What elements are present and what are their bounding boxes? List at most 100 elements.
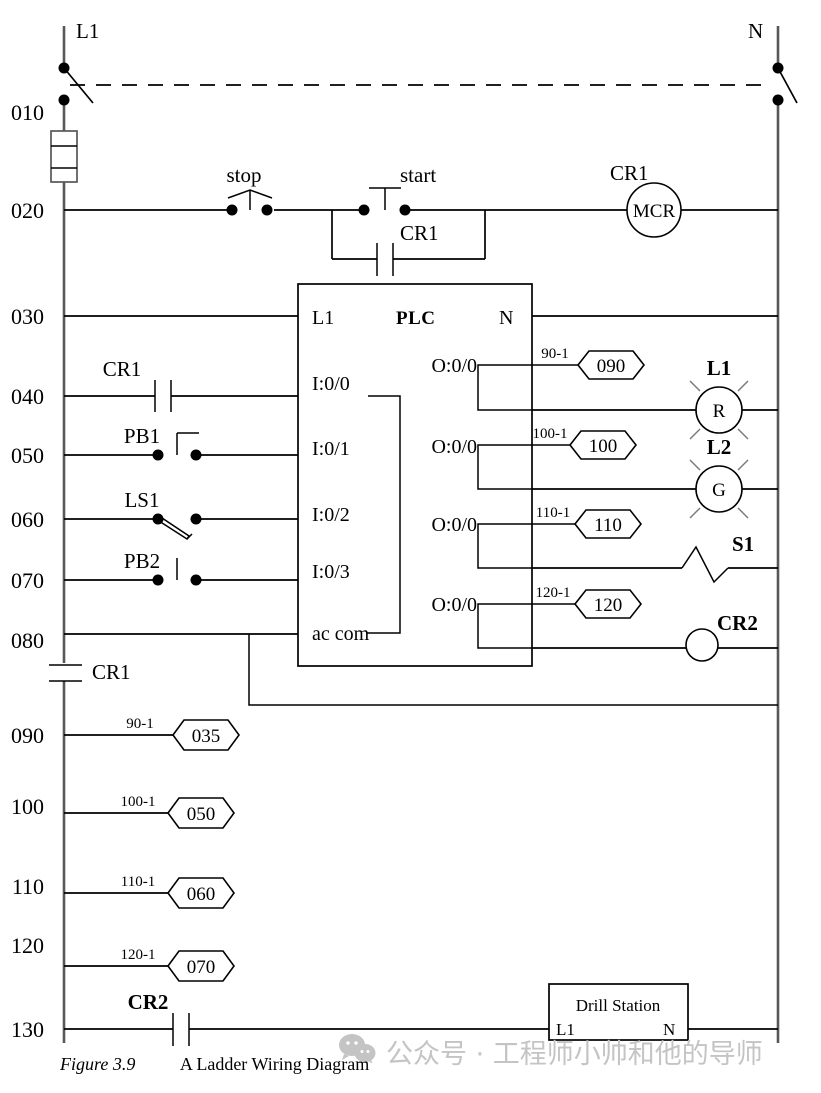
lamp-l1-red: R L1 bbox=[532, 356, 778, 440]
cr2-contact-label: CR2 bbox=[128, 990, 169, 1014]
rung-number-120: 120 bbox=[11, 933, 44, 958]
pb1-label: PB1 bbox=[124, 424, 160, 448]
start-label: start bbox=[400, 163, 436, 187]
coil-cr2: CR2 bbox=[532, 611, 778, 662]
lower-tag-number-1: 050 bbox=[187, 804, 216, 825]
lamp-l2-ray-sw bbox=[689, 507, 701, 519]
plc-ac-com-label: ac com bbox=[312, 623, 370, 645]
lower-wire-label-1: 100-1 bbox=[121, 794, 156, 810]
rung-number-090: 090 bbox=[11, 723, 44, 748]
drill-station-box: Drill Station L1 N bbox=[548, 983, 778, 1041]
rung-number-040: 040 bbox=[11, 384, 44, 409]
plc-input-3-label: I:0/3 bbox=[312, 561, 350, 583]
plc-output-1-label: O:0/0 bbox=[431, 436, 477, 458]
lower-wire-tag-070: 120-1 070 bbox=[64, 947, 235, 982]
rung-number-010: 010 bbox=[11, 100, 44, 125]
rung-050-pb1-pushbutton[interactable]: PB1 bbox=[64, 424, 298, 461]
drill-station-title: Drill Station bbox=[576, 996, 661, 1015]
cr1-sealin-label: CR1 bbox=[400, 221, 439, 245]
lower-tag-number-0: 035 bbox=[192, 726, 221, 747]
plc-l1-terminal-label: L1 bbox=[312, 307, 334, 329]
output-wire-tag-110: 110-1 110 bbox=[532, 505, 643, 539]
mcr-coil-text: MCR bbox=[633, 201, 676, 222]
output-tag-number-3: 120 bbox=[594, 595, 623, 616]
plc-box bbox=[297, 283, 533, 667]
rung-number-110: 110 bbox=[12, 874, 44, 899]
plc-output-0-label: O:0/0 bbox=[431, 355, 477, 377]
rung-number-030: 030 bbox=[11, 304, 44, 329]
fuse-icon bbox=[50, 130, 78, 183]
mcr-coil: MCR CR1 bbox=[610, 161, 682, 238]
rung-number-080: 080 bbox=[11, 628, 44, 653]
output-tag-number-0: 090 bbox=[597, 356, 626, 377]
left-disconnect-switch-icon[interactable] bbox=[58, 62, 94, 106]
output-wire-label-2: 110-1 bbox=[536, 505, 570, 521]
plc-output-3-label: O:0/0 bbox=[431, 594, 477, 616]
lamp-l1-ray-sw bbox=[689, 428, 701, 440]
lamp-l2-ray-se bbox=[737, 507, 749, 519]
drill-station-l1-terminal: L1 bbox=[556, 1020, 575, 1039]
figure-title: A Ladder Wiring Diagram bbox=[179, 1054, 370, 1074]
plc-n-terminal-label: N bbox=[499, 307, 513, 329]
stop-label: stop bbox=[226, 163, 261, 187]
right-rail-label: N bbox=[748, 19, 763, 43]
plc-input-0-label: I:0/0 bbox=[312, 373, 350, 395]
rung-number-050: 050 bbox=[11, 443, 44, 468]
lamp-l2-letter: G bbox=[712, 480, 726, 501]
output-wire-tag-120: 120-1 120 bbox=[532, 585, 643, 619]
rung-number-100: 100 bbox=[11, 794, 44, 819]
mcr-relay-label: CR1 bbox=[610, 161, 649, 185]
lower-tag-number-3: 070 bbox=[187, 957, 216, 978]
start-pushbutton-no[interactable]: start bbox=[358, 163, 437, 216]
rail-cr1-contact[interactable]: CR1 bbox=[49, 660, 131, 684]
drill-station-n-terminal: N bbox=[663, 1020, 675, 1039]
rung-number-060: 060 bbox=[11, 507, 44, 532]
right-disconnect-switch-icon[interactable] bbox=[772, 62, 798, 106]
lamp-l2-ray-nw bbox=[689, 459, 701, 471]
lower-wire-label-3: 120-1 bbox=[121, 947, 156, 963]
ls1-label: LS1 bbox=[124, 488, 159, 512]
rung-number-070: 070 bbox=[11, 568, 44, 593]
cr1-sealin-contact[interactable]: CR1 bbox=[331, 210, 486, 276]
coil-cr2-label: CR2 bbox=[717, 611, 758, 635]
output-wire-label-3: 120-1 bbox=[536, 585, 571, 601]
rung-130-cr2-contact[interactable]: CR2 bbox=[64, 990, 549, 1046]
plc-input-2-label: I:0/2 bbox=[312, 504, 350, 526]
lower-wire-tag-050: 100-1 050 bbox=[64, 794, 235, 829]
plc-input-1-label: I:0/1 bbox=[312, 438, 350, 460]
pb2-label: PB2 bbox=[124, 549, 160, 573]
lower-wire-tag-060: 110-1 060 bbox=[64, 874, 235, 909]
output-wire-label-1: 100-1 bbox=[533, 426, 568, 442]
figure-caption: Figure 3.9 A Ladder Wiring Diagram bbox=[60, 1054, 760, 1075]
lamp-l1-ray-nw bbox=[689, 380, 701, 392]
ladder-diagram-canvas: L1 N stop start CR1 MCR CR1 L1 PLC N I:0… bbox=[11, 19, 798, 1046]
plc-output-2-label: O:0/0 bbox=[431, 514, 477, 536]
solenoid-s1-label: S1 bbox=[732, 532, 754, 556]
lower-wire-tag-035: 90-1 035 bbox=[64, 716, 240, 751]
rung-070-pb2-pushbutton[interactable]: PB2 bbox=[64, 549, 298, 586]
lamp-l1-letter: R bbox=[713, 401, 726, 422]
output-wire-label-0: 90-1 bbox=[541, 346, 569, 362]
lamp-l2-ray-ne bbox=[737, 459, 749, 471]
figure-number: Figure 3.9 bbox=[60, 1054, 136, 1074]
lamp-l1-label: L1 bbox=[707, 356, 732, 380]
lamp-l1-ray-se bbox=[737, 428, 749, 440]
lower-wire-label-0: 90-1 bbox=[126, 716, 154, 732]
stop-pushbutton-nc[interactable]: stop bbox=[226, 163, 273, 216]
rung-number-130: 130 bbox=[11, 1017, 44, 1042]
output-wire-tag-090: 90-1 090 bbox=[532, 346, 646, 380]
ladder-wiring-diagram-page: L1 N stop start CR1 MCR CR1 L1 PLC N I:0… bbox=[0, 0, 821, 1093]
cr1-input-label: CR1 bbox=[103, 357, 142, 381]
rung-060-ls1-limit-switch[interactable]: LS1 bbox=[64, 488, 298, 541]
output-tag-number-2: 110 bbox=[594, 515, 622, 536]
solenoid-s1: S1 bbox=[532, 532, 778, 584]
rung-040-cr1-contact[interactable]: CR1 bbox=[64, 357, 298, 412]
output-wire-tag-100: 100-1 100 bbox=[532, 426, 638, 460]
output-tag-number-1: 100 bbox=[589, 436, 618, 457]
lower-wire-label-2: 110-1 bbox=[121, 874, 155, 890]
rail-cr1-label: CR1 bbox=[92, 660, 131, 684]
plc-title: PLC bbox=[396, 308, 436, 329]
lower-tag-number-2: 060 bbox=[187, 884, 216, 905]
left-rail-label: L1 bbox=[76, 19, 99, 43]
rung-number-020: 020 bbox=[11, 198, 44, 223]
